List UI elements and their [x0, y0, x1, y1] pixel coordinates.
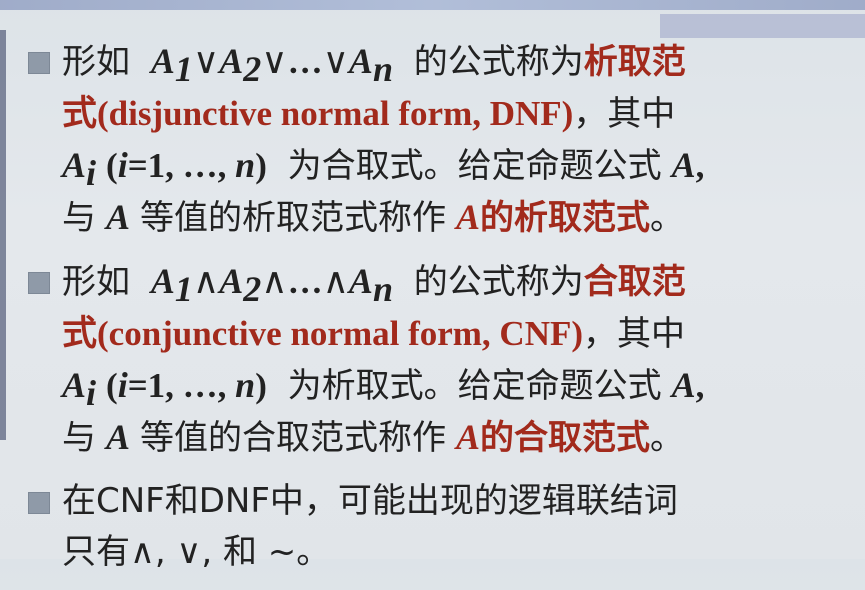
dnf-line-4: 与 A 等值的析取范式称作 A的析取范式。 — [62, 192, 848, 244]
formula-var: A — [348, 41, 373, 81]
operator: ∨ — [322, 41, 349, 81]
formula-var: n — [235, 365, 256, 405]
text: 为合取式。给定命题公式 — [287, 146, 662, 186]
operator: ∧ — [322, 261, 349, 301]
formula-var: n — [235, 145, 256, 185]
paren: ) — [255, 366, 267, 405]
corner-accent-decoration — [660, 14, 865, 38]
formula-var: A — [348, 261, 373, 301]
title-bar-decoration — [0, 0, 865, 10]
subscript: i — [86, 153, 97, 193]
text: 等值的合取范式称作 — [140, 418, 447, 458]
term-highlight: 的合取范式 — [480, 418, 651, 458]
formula-var: A — [219, 41, 244, 81]
ellipsis: … — [287, 262, 323, 301]
text: 为析取式。给定命题公式 — [287, 366, 662, 406]
operator: ∧ — [261, 261, 288, 301]
cnf-line-1: 形如 A1∧A2∧…∧An 的公式称为合取范 — [62, 256, 848, 308]
formula-var: A — [150, 261, 175, 301]
term-highlight: 式(conjunctive normal form, CNF) — [62, 314, 584, 353]
cnf-line-4: 与 A 等值的合取范式称作 A的合取范式。 — [62, 412, 848, 464]
text: 的公式称为 — [413, 262, 584, 302]
formula-var: A — [456, 197, 481, 237]
operator: ∨ — [261, 41, 288, 81]
punct: 。 — [650, 418, 685, 458]
dnf-line-3: Ai (i=1, …, n) 为合取式。给定命题公式 A, — [62, 140, 848, 192]
subscript: 2 — [243, 269, 262, 309]
text: 的公式称为 — [413, 42, 584, 82]
cnf-line-3: Ai (i=1, …, n) 为析取式。给定命题公式 A, — [62, 360, 848, 412]
bullet-item-dnf: 形如 A1∨A2∨…∨An 的公式称为析取范 式(disjunctive nor… — [28, 36, 848, 244]
operator: ∧ — [192, 261, 220, 301]
slide-content: 形如 A1∨A2∨…∨An 的公式称为析取范 式(disjunctive nor… — [28, 36, 848, 590]
term-highlight: 式(disjunctive normal form, DNF) — [62, 94, 574, 133]
subscript: 1 — [174, 269, 193, 309]
formula-var: A — [62, 145, 87, 185]
bullet-item-cnf: 形如 A1∧A2∧…∧An 的公式称为合取范 式(conjunctive nor… — [28, 256, 848, 464]
text: 与 — [62, 198, 96, 238]
left-edge-decoration — [0, 30, 6, 440]
cnf-line-2: 式(conjunctive normal form, CNF)，其中 — [62, 308, 848, 360]
connectives-line-1: 在CNF和DNF中，可能出现的逻辑联结词 — [62, 481, 678, 521]
formula-var: A — [671, 145, 696, 185]
subscript: n — [372, 269, 393, 309]
text: ，其中 — [573, 94, 676, 134]
square-bullet-icon — [28, 52, 50, 74]
subscript: n — [372, 49, 393, 89]
ellipsis: … — [287, 42, 323, 81]
text: 形如 — [62, 42, 130, 82]
subscript: 1 — [174, 49, 193, 89]
term-highlight: 的析取范式 — [480, 198, 651, 238]
text: 与 — [62, 418, 96, 458]
square-bullet-icon — [28, 492, 50, 514]
range-text: =1, …, — [127, 366, 236, 405]
punct: , — [695, 366, 705, 405]
dnf-line-2: 式(disjunctive normal form, DNF)，其中 — [62, 88, 848, 140]
formula-var: A — [106, 417, 131, 457]
text: 形如 — [62, 262, 130, 302]
formula-var: A — [106, 197, 131, 237]
dnf-line-1: 形如 A1∨A2∨…∨An 的公式称为析取范 — [62, 36, 848, 88]
term-highlight: 析取范 — [583, 42, 686, 82]
subscript: 2 — [243, 49, 262, 89]
paren: ( — [106, 366, 118, 405]
formula-var: i — [117, 365, 128, 405]
subscript: i — [86, 373, 97, 413]
text: 等值的析取范式称作 — [140, 198, 447, 238]
formula-var: A — [150, 41, 175, 81]
range-text: =1, …, — [127, 146, 236, 185]
punct: , — [695, 146, 705, 185]
text: ，其中 — [583, 314, 686, 354]
punct: 。 — [650, 198, 685, 238]
paren: ) — [255, 146, 267, 185]
bullet-item-connectives: 在CNF和DNF中，可能出现的逻辑联结词 只有∧, ∨, 和 ~。 — [28, 476, 848, 578]
paren: ( — [106, 146, 118, 185]
square-bullet-icon — [28, 272, 50, 294]
formula-var: A — [219, 261, 244, 301]
term-highlight: 合取范 — [583, 262, 686, 302]
formula-var: i — [117, 145, 128, 185]
formula-var: A — [62, 365, 87, 405]
formula-var: A — [671, 365, 696, 405]
operator: ∨ — [192, 41, 220, 81]
connectives-line-2: 只有∧, ∨, 和 ~。 — [62, 532, 331, 572]
formula-var: A — [456, 417, 481, 457]
